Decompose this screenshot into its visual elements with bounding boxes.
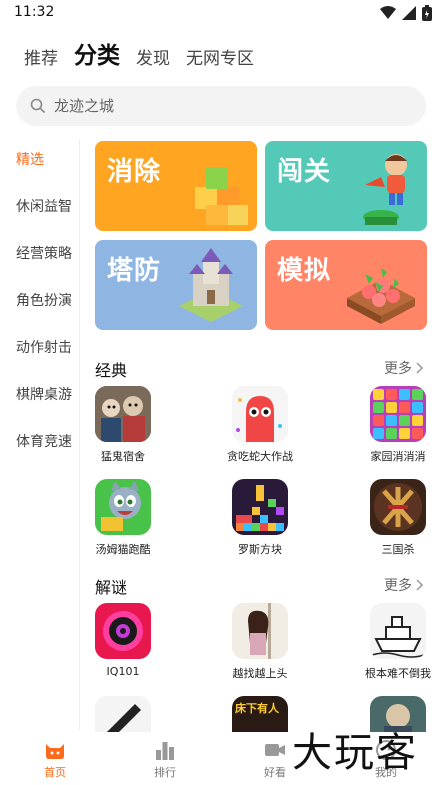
status-icons (380, 5, 432, 21)
game-item[interactable]: 猛鬼宿舍 (83, 386, 163, 464)
nav-label: 排行 (154, 766, 176, 779)
sidebar-item-featured[interactable]: 精选 (16, 149, 44, 169)
sidebar-item-rpg[interactable]: 角色扮演 (16, 290, 72, 310)
game-item[interactable]: 汤姆猫跑酷 (83, 479, 163, 557)
game-icon-text: 床下有人 (235, 702, 279, 715)
game-ghost-dorm-icon (95, 386, 151, 442)
flying-boy-illustration-icon (363, 154, 407, 225)
garden-illustration-icon (347, 268, 415, 324)
tab-discover[interactable]: 发现 (136, 48, 170, 70)
tab-offline[interactable]: 无网专区 (186, 48, 254, 70)
more-puzzle-link[interactable]: 更多 (384, 575, 424, 595)
search-icon (30, 98, 46, 114)
game-name: 家园消消消 (370, 450, 426, 463)
video-icon (265, 744, 285, 756)
tile-match3[interactable]: 消除 (95, 141, 257, 231)
castle-illustration-icon (179, 248, 243, 322)
wifi-icon (380, 6, 396, 19)
game-three-kingdoms-icon (370, 479, 426, 535)
category-sidebar: 精选 休闲益智 经营策略 角色扮演 动作射击 棋牌桌游 体育竞速 (0, 140, 80, 730)
game-home-match-icon (370, 386, 426, 442)
game-item[interactable]: 根本难不倒我 (358, 603, 438, 681)
tab-category[interactable]: 分类 (74, 42, 120, 70)
battery-icon (422, 5, 432, 21)
nav-ranking[interactable]: 排行 (135, 740, 195, 780)
more-label: 更多 (384, 361, 412, 377)
game-item[interactable]: 三国杀 (358, 479, 438, 557)
signal-icon (402, 6, 416, 20)
top-tabs: 推荐 分类 发现 无网专区 (24, 38, 254, 70)
status-time: 11:32 (14, 4, 55, 20)
search-bar[interactable] (16, 86, 426, 126)
tab-recommend[interactable]: 推荐 (24, 48, 58, 70)
game-item[interactable]: 罗斯方块 (220, 479, 300, 557)
nav-home[interactable]: 首页 (25, 740, 85, 780)
tile-label: 塔防 (107, 256, 162, 286)
sidebar-item-board[interactable]: 棋牌桌游 (16, 384, 72, 404)
tile-label: 闯关 (277, 157, 332, 187)
tile-tower-defense[interactable]: 塔防 (95, 240, 257, 330)
game-item[interactable]: 家园消消消 (358, 386, 438, 464)
home-cat-icon (46, 744, 64, 759)
tile-label: 消除 (107, 157, 162, 187)
game-name: 猛鬼宿舍 (101, 450, 145, 463)
game-name: 越找越上头 (232, 667, 288, 680)
game-find-icon (232, 603, 288, 659)
game-name: 三国杀 (381, 543, 415, 556)
game-snake-icon (232, 386, 288, 442)
game-iq101-icon (95, 603, 151, 659)
nav-label: 好看 (264, 766, 286, 779)
section-title-puzzle: 解谜 (95, 578, 128, 597)
ranking-icon (156, 742, 174, 760)
game-tetris-icon (232, 479, 288, 535)
game-not-hard-icon (370, 603, 426, 659)
chevron-right-icon (416, 362, 424, 374)
tile-label: 模拟 (277, 256, 332, 286)
game-name: 罗斯方块 (238, 543, 282, 556)
sidebar-item-casual-puzzle[interactable]: 休闲益智 (16, 196, 72, 216)
nav-label: 首页 (44, 766, 66, 779)
game-name: 贪吃蛇大作战 (227, 450, 293, 463)
game-item[interactable]: IQ101 (83, 603, 163, 678)
game-name: IQ101 (106, 665, 140, 678)
game-item[interactable]: 越找越上头 (220, 603, 300, 681)
sidebar-item-sports[interactable]: 体育竞速 (16, 431, 72, 451)
game-name: 根本难不倒我 (365, 667, 431, 680)
cubes-illustration-icon (195, 167, 248, 225)
game-item[interactable]: 贪吃蛇大作战 (220, 386, 300, 464)
more-classic-link[interactable]: 更多 (384, 358, 424, 378)
section-title-classic: 经典 (95, 361, 128, 380)
sidebar-item-strategy[interactable]: 经营策略 (16, 243, 72, 263)
game-sword-icon (95, 696, 151, 732)
game-item[interactable] (83, 696, 163, 732)
status-bar: 11:32 (0, 0, 442, 26)
game-item[interactable]: 床下有人 (220, 696, 300, 732)
tile-levels[interactable]: 闯关 (265, 141, 427, 231)
game-name: 汤姆猫跑酷 (95, 543, 151, 556)
game-under-bed-icon: 床下有人 (232, 696, 288, 732)
sidebar-item-action[interactable]: 动作射击 (16, 337, 72, 357)
watermark-text: 大玩客 (292, 730, 418, 776)
search-input[interactable] (54, 97, 384, 115)
tile-simulation[interactable]: 模拟 (265, 240, 427, 330)
more-label: 更多 (384, 578, 412, 594)
game-tom-cat-icon (95, 479, 151, 535)
chevron-right-icon (416, 579, 424, 591)
